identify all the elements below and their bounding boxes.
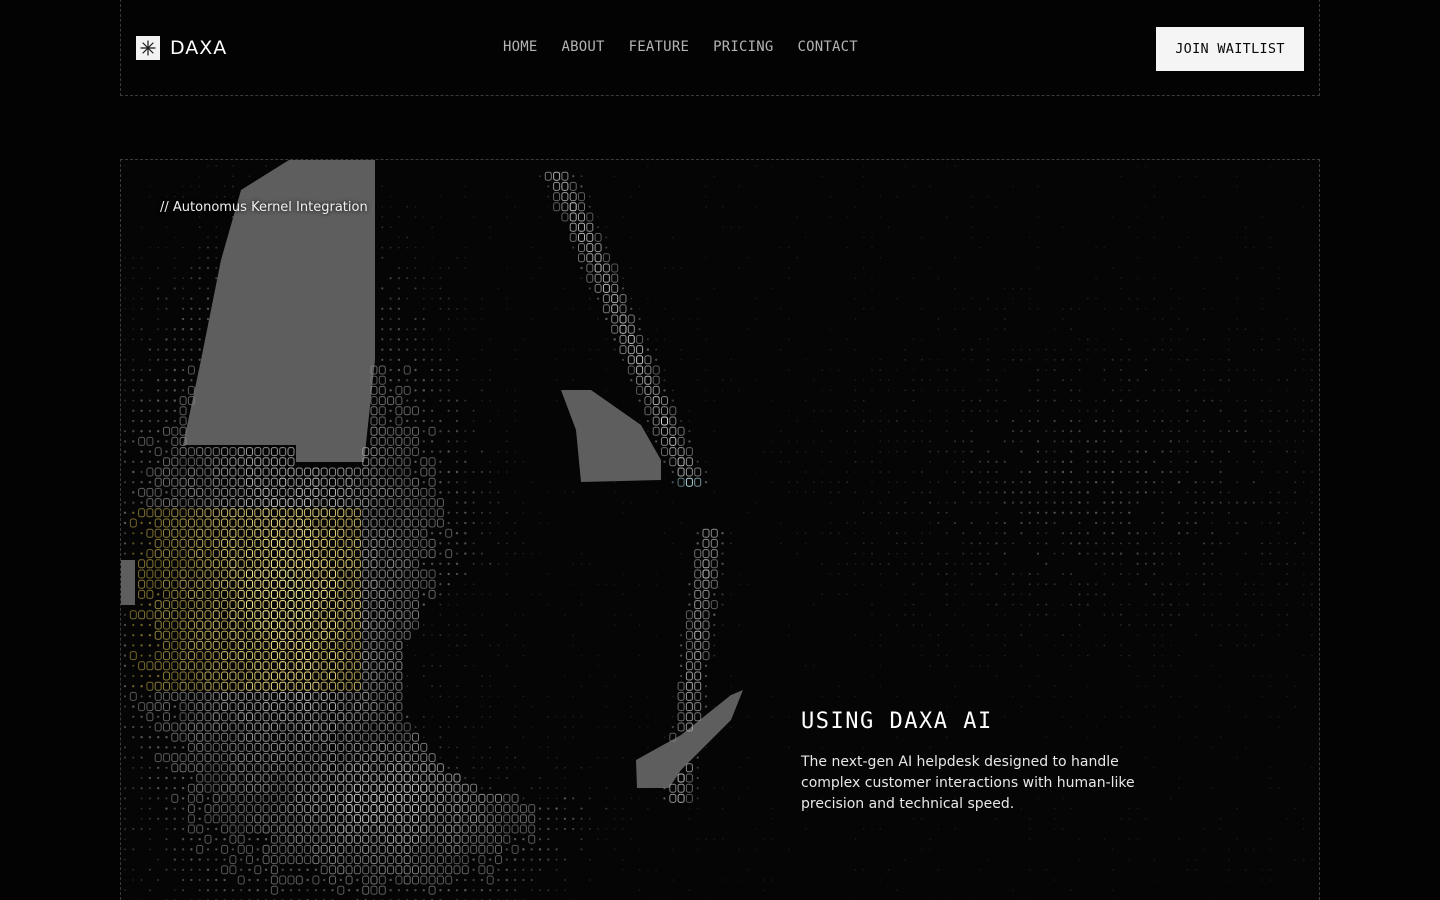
hero-eyebrow: // Autonomus Kernel Integration (160, 200, 368, 215)
nav-about[interactable]: ABOUT (562, 38, 605, 56)
nav-feature[interactable]: FEATURE (629, 38, 689, 56)
hero-description: The next-gen AI helpdesk designed to han… (801, 754, 1135, 812)
main-nav: HOME ABOUT FEATURE PRICING CONTACT (503, 38, 858, 56)
site-header: DAXA HOME ABOUT FEATURE PRICING CONTACT … (120, 0, 1320, 96)
hero-section: // Autonomus Kernel Integration USING DA… (120, 159, 1320, 900)
nav-pricing[interactable]: PRICING (713, 38, 773, 56)
nav-contact[interactable]: CONTACT (797, 38, 857, 56)
nav-home[interactable]: HOME (503, 38, 538, 56)
brand-name: DAXA (170, 37, 228, 59)
hero-title: USING DAXA AI (801, 709, 993, 734)
join-waitlist-button[interactable]: JOIN WAITLIST (1156, 27, 1304, 71)
sparkle-icon (136, 36, 160, 60)
brand-logo[interactable]: DAXA (136, 36, 227, 60)
landing-page: DAXA HOME ABOUT FEATURE PRICING CONTACT … (0, 0, 1440, 900)
